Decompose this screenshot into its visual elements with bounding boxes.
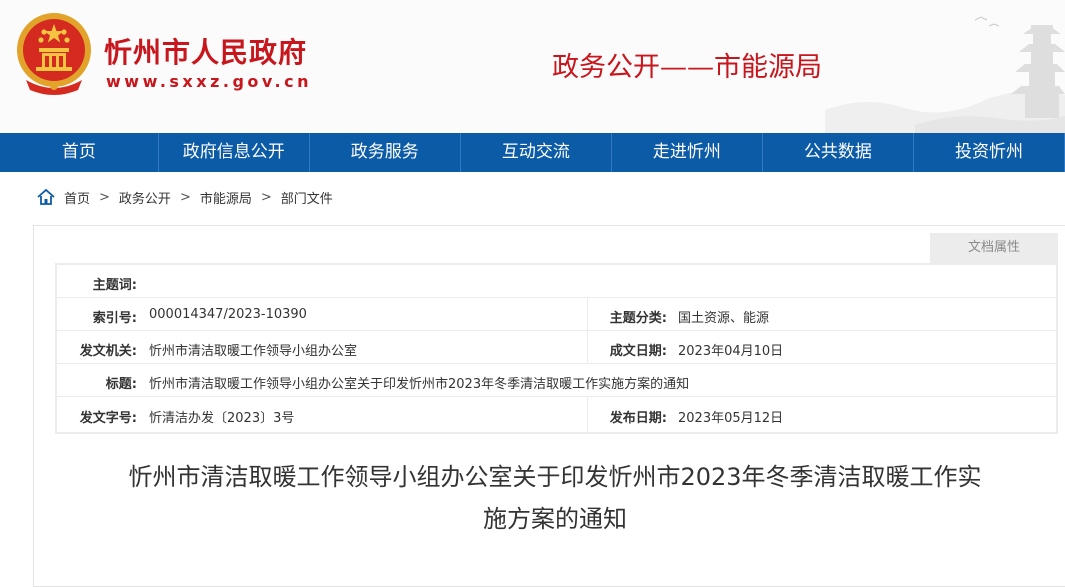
section-title: 政务公开——市能源局 (552, 52, 822, 83)
published-date-label: 发布日期: (609, 411, 667, 426)
nav-item-gov-services[interactable]: 政务服务 (310, 133, 461, 172)
created-date-value: 2023年04月10日 (678, 344, 784, 359)
title-label: 标题: (105, 377, 137, 392)
main-nav: 首页 政府信息公开 政务服务 互动交流 走进忻州 公共数据 投资忻州 (0, 133, 1065, 172)
document-title-line-2: 施方案的通知 (483, 505, 627, 533)
nav-item-invest[interactable]: 投资忻州 (914, 133, 1065, 172)
issuer-label: 发文机关: (79, 344, 137, 359)
published-date-value: 2023年05月12日 (678, 411, 784, 426)
national-emblem-icon[interactable] (14, 10, 94, 96)
breadcrumb: 首页 > 政务公开 > 市能源局 > 部门文件 (36, 185, 333, 209)
docno-label: 发文字号: (79, 411, 137, 426)
pagoda-scenery-image (825, 16, 1065, 133)
meta-row-keywords: 主题词: (57, 265, 1056, 298)
docno-value: 忻清洁办发〔2023〕3号 (149, 411, 295, 426)
category-value: 国土资源、能源 (678, 311, 770, 326)
meta-row-title: 标题: 忻州市清洁取暖工作领导小组办公室关于印发忻州市2023年冬季清洁取暖工作… (57, 364, 1056, 397)
doc-metadata-table: 主题词: 索引号: 000014347/2023-10390 主题分类: 国土资… (55, 263, 1058, 434)
created-date-label: 成文日期: (609, 344, 667, 359)
breadcrumb-home[interactable]: 首页 (64, 188, 90, 207)
breadcrumb-separator: > (99, 189, 110, 205)
issuer-value: 忻州市清洁取暖工作领导小组办公室 (149, 344, 358, 359)
document-title-line-1: 忻州市清洁取暖工作领导小组办公室关于印发忻州市2023年冬季清洁取暖工作实 (128, 463, 982, 491)
index-value: 000014347/2023-10390 (149, 307, 307, 322)
nav-item-public-data[interactable]: 公共数据 (763, 133, 914, 172)
nav-item-home[interactable]: 首页 (0, 133, 159, 172)
meta-row-index: 索引号: 000014347/2023-10390 主题分类: 国土资源、能源 (57, 298, 1056, 331)
document-title: 忻州市清洁取暖工作领导小组办公室关于印发忻州市2023年冬季清洁取暖工作实 施方… (40, 456, 1065, 540)
breadcrumb-energy-bureau[interactable]: 市能源局 (200, 188, 252, 207)
site-url[interactable]: www.sxxz.gov.cn (106, 72, 312, 91)
nav-item-interaction[interactable]: 互动交流 (461, 133, 612, 172)
nav-item-gov-info[interactable]: 政府信息公开 (159, 133, 310, 172)
nav-item-about-xinzhou[interactable]: 走进忻州 (612, 133, 763, 172)
home-icon[interactable] (36, 187, 56, 207)
index-label: 索引号: (92, 311, 137, 326)
breadcrumb-gov-affairs[interactable]: 政务公开 (119, 188, 171, 207)
title-value: 忻州市清洁取暖工作领导小组办公室关于印发忻州市2023年冬季清洁取暖工作实施方案… (149, 377, 690, 392)
breadcrumb-separator: > (179, 189, 191, 205)
site-header: 忻州市人民政府 www.sxxz.gov.cn 政务公开——市能源局 (0, 0, 1065, 133)
breadcrumb-dept-docs[interactable]: 部门文件 (281, 188, 333, 207)
breadcrumb-separator: > (260, 189, 272, 205)
site-title[interactable]: 忻州市人民政府 (104, 31, 307, 71)
doc-properties-tab[interactable]: 文档属性 (930, 233, 1058, 263)
meta-row-issuer: 发文机关: 忻州市清洁取暖工作领导小组办公室 成文日期: 2023年04月10日 (57, 331, 1056, 364)
meta-row-docno: 发文字号: 忻清洁办发〔2023〕3号 发布日期: 2023年05月12日 (57, 397, 1056, 432)
keywords-label: 主题词: (92, 278, 137, 293)
category-label: 主题分类: (609, 311, 667, 326)
